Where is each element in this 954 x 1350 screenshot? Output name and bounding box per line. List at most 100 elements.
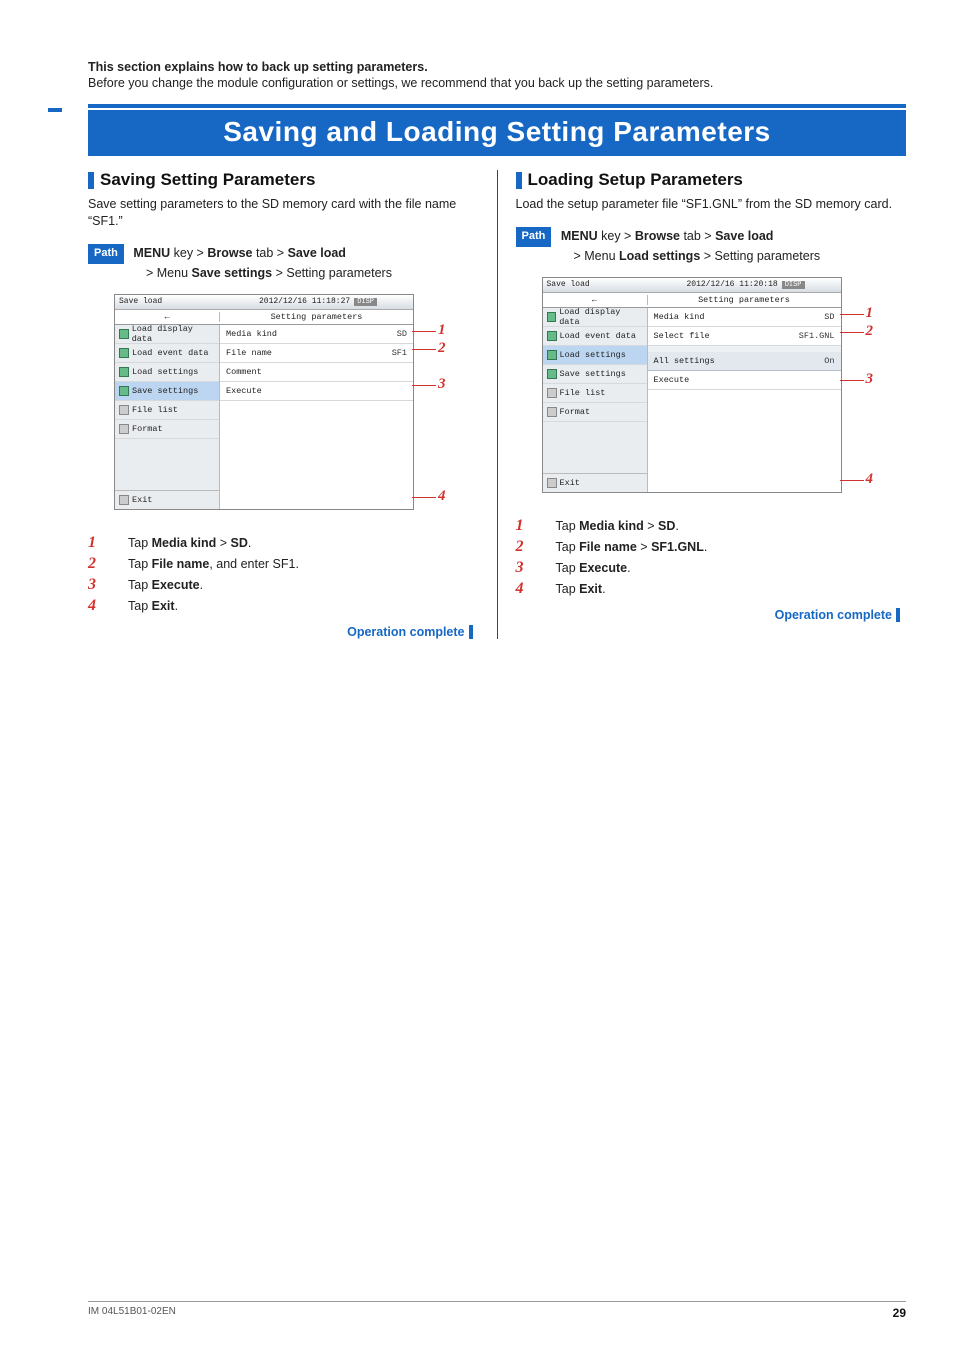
step-number: 2: [88, 555, 128, 573]
step-text: Tap File name > SF1.GNL.: [556, 538, 708, 554]
nav-item[interactable]: Load event data: [115, 344, 219, 363]
nav-item[interactable]: Load event data: [543, 327, 647, 346]
row-label: Execute: [220, 386, 351, 396]
nav-item[interactable]: Format: [115, 420, 219, 439]
nav-item[interactable]: Load display data: [115, 325, 219, 344]
nav-item-label: Load display data: [559, 307, 642, 327]
callout-line: [412, 349, 436, 350]
step-text: Tap Media kind > SD.: [128, 534, 251, 550]
callout-number: 1: [866, 305, 874, 322]
nav-item-icon: [119, 405, 129, 415]
nav-item[interactable]: Load settings: [543, 346, 647, 365]
step: 1Tap Media kind > SD.: [88, 534, 479, 552]
nav-item-icon: [547, 331, 557, 341]
back-button[interactable]: ←: [115, 312, 220, 322]
step-text: Tap Media kind > SD.: [556, 517, 679, 533]
step-number: 4: [88, 597, 128, 615]
row-value: SD: [351, 329, 413, 339]
callout-number: 3: [866, 371, 874, 388]
exit-button[interactable]: Exit: [115, 490, 219, 509]
nav-item-icon: [119, 348, 129, 358]
footer: IM 04L51B01-02EN 29: [88, 1301, 906, 1320]
shot-badge: DISP: [354, 298, 377, 306]
step-text: Tap File name, and enter SF1.: [128, 555, 299, 571]
step-text: Tap Exit.: [556, 580, 606, 596]
row-label: Media kind: [648, 312, 779, 322]
nav-item-label: Load display data: [132, 324, 215, 344]
exit-label: Exit: [560, 478, 580, 488]
setting-row[interactable]: Execute: [648, 371, 841, 390]
callout-line: [840, 480, 864, 481]
step: 4Tap Exit.: [88, 597, 479, 615]
row-value: SD: [779, 312, 841, 322]
row-label: Comment: [220, 367, 351, 377]
row-label: All settings: [648, 356, 779, 366]
step-number: 4: [516, 580, 556, 598]
setting-row[interactable]: Media kindSD: [220, 325, 413, 344]
callout-line: [840, 332, 864, 333]
intro-bold: This section explains how to back up set…: [88, 60, 906, 74]
nav-item-label: Load event data: [560, 331, 637, 341]
step: 3Tap Execute.: [88, 576, 479, 594]
nav-item-label: Format: [132, 424, 163, 434]
nav-item[interactable]: Load display data: [543, 308, 647, 327]
callout-number: 3: [438, 376, 446, 393]
back-button[interactable]: ←: [543, 295, 648, 305]
nav-item-icon: [547, 369, 557, 379]
nav-item[interactable]: File list: [543, 384, 647, 403]
screenshot-save: Save load 2012/12/16 11:18:27 DISP ← Set…: [114, 294, 479, 510]
step-number: 1: [88, 534, 128, 552]
heading-saving: Saving Setting Parameters: [88, 170, 479, 190]
setting-row[interactable]: Select fileSF1.GNL: [648, 327, 841, 346]
callout-line: [412, 331, 436, 332]
path-label: Path: [88, 244, 124, 264]
callout-line: [412, 497, 436, 498]
setting-row[interactable]: Media kindSD: [648, 308, 841, 327]
nav-item[interactable]: Format: [543, 403, 647, 422]
callout-number: 2: [866, 323, 874, 340]
shot-badge: DISP: [782, 281, 805, 289]
breadcrumb: Setting parameters: [648, 295, 841, 305]
operation-complete: Operation complete: [516, 608, 907, 622]
setting-row[interactable]: All settingsOn: [648, 352, 841, 371]
exit-button[interactable]: Exit: [543, 473, 647, 492]
step-number: 1: [516, 517, 556, 535]
shot-title: Save load: [547, 280, 590, 289]
nav-item[interactable]: Save settings: [543, 365, 647, 384]
callout-number: 4: [866, 471, 874, 488]
heading-loading: Loading Setup Parameters: [516, 170, 907, 190]
nav-item-icon: [119, 329, 129, 339]
nav-item-label: Load settings: [132, 367, 198, 377]
row-label: Execute: [648, 375, 779, 385]
shot-ts: 2012/12/16 11:20:18: [686, 280, 777, 289]
body-right: Load the setup parameter file “SF1.GNL” …: [516, 196, 907, 213]
nav-item[interactable]: Save settings: [115, 382, 219, 401]
nav-item-label: File list: [132, 405, 178, 415]
nav-item[interactable]: Load settings: [115, 363, 219, 382]
nav-item-icon: [119, 386, 129, 396]
step-number: 3: [516, 559, 556, 577]
nav-item-icon: [547, 312, 557, 322]
step: 2Tap File name > SF1.GNL.: [516, 538, 907, 556]
exit-icon: [547, 478, 557, 488]
row-label: Media kind: [220, 329, 351, 339]
row-label: File name: [220, 348, 351, 358]
callout-line: [840, 314, 864, 315]
path-right: Path MENU key > Browse tab > Save load >…: [516, 227, 907, 265]
nav-item[interactable]: File list: [115, 401, 219, 420]
page-number: 29: [893, 1306, 906, 1320]
body-left: Save setting parameters to the SD memory…: [88, 196, 479, 230]
operation-complete: Operation complete: [88, 625, 479, 639]
exit-icon: [119, 495, 129, 505]
banner-title: Saving and Loading Setting Parameters: [88, 110, 906, 156]
step-number: 3: [88, 576, 128, 594]
setting-row[interactable]: File nameSF1: [220, 344, 413, 363]
row-value: SF1: [351, 348, 413, 358]
shot-title: Save load: [119, 297, 162, 306]
setting-row[interactable]: Execute: [220, 382, 413, 401]
banner: Saving and Loading Setting Parameters: [88, 104, 906, 156]
nav-item-label: Load event data: [132, 348, 209, 358]
callout-number: 1: [438, 322, 446, 339]
setting-row[interactable]: Comment: [220, 363, 413, 382]
row-label: Select file: [648, 331, 779, 341]
